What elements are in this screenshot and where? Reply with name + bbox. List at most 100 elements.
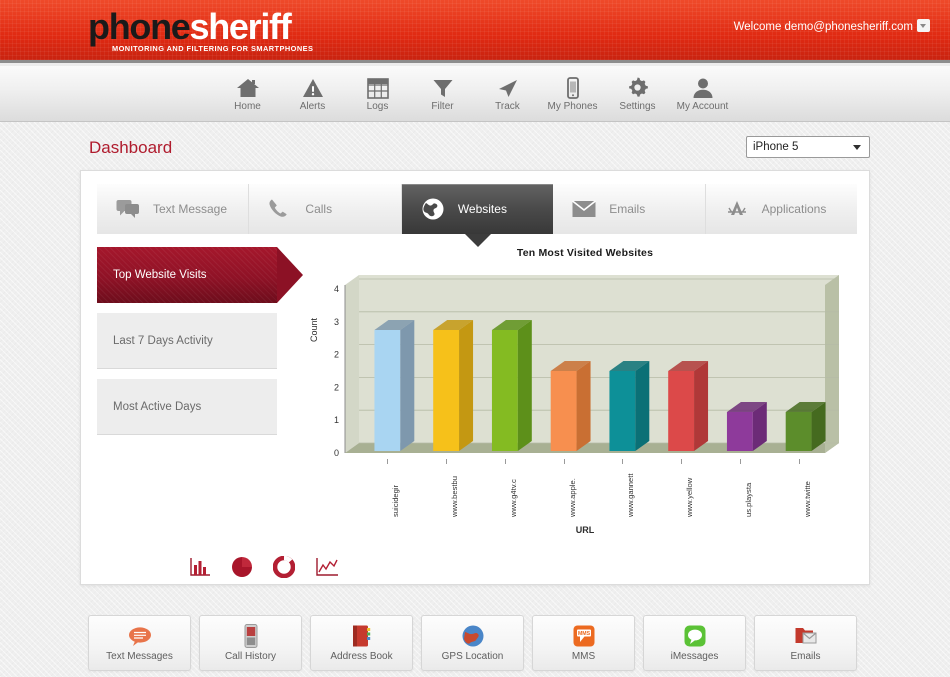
tab-websites[interactable]: Websites <box>401 184 554 247</box>
chart-x-axis-label: URL <box>575 525 595 535</box>
shortcut-address-book[interactable]: Address Book <box>310 615 413 671</box>
envelope-icon <box>571 200 597 218</box>
chart-x-tick-mark <box>739 459 741 464</box>
welcome-area: Welcome demo@phonesheriff.com <box>734 19 930 33</box>
chart-x-tick-label: www.g4tv.c <box>508 479 518 517</box>
svg-text:MMS: MMS <box>577 631 590 637</box>
menu-item-most-active-days[interactable]: Most Active Days <box>97 379 277 435</box>
menu-item-top-website-visits[interactable]: Top Website Visits <box>97 247 303 303</box>
address-book-icon <box>350 624 374 648</box>
appstore-icon <box>724 198 750 220</box>
pie-chart-icon[interactable] <box>231 556 253 578</box>
chart-x-tick-mark <box>622 459 624 464</box>
chart-title: Ten Most Visited Websites <box>516 247 654 259</box>
nav-label: Home <box>234 101 261 112</box>
globe-icon <box>420 197 446 221</box>
imessage-green-icon <box>683 624 707 648</box>
svg-text:1: 1 <box>334 415 339 425</box>
tab-label: Websites <box>457 202 507 216</box>
paper-plane-icon <box>497 75 519 99</box>
shortcut-gps-location[interactable]: GPS Location <box>421 615 524 671</box>
app-header: phonesheriff MONITORING AND FILTERING FO… <box>0 0 950 63</box>
chart-x-tick-mark <box>387 459 389 464</box>
tab-label: Text Message <box>153 202 228 216</box>
shortcut-call-history[interactable]: Call History <box>199 615 302 671</box>
speech-bubble-orange-icon <box>128 624 152 648</box>
report-menu: Top Website Visits Last 7 Days Activity … <box>97 247 303 445</box>
nav-item-home[interactable]: Home <box>220 75 275 112</box>
chart-x-tick-label: suicidegir <box>391 484 401 517</box>
dashboard-panel: Text Message Calls Websites Emails Appli… <box>80 170 870 585</box>
chart-type-switcher <box>189 556 339 578</box>
logo-sheriff-text: sheriff <box>189 6 291 47</box>
svg-text:2: 2 <box>334 382 339 392</box>
quick-shortcuts: Text Messages Call History Address Book … <box>88 615 857 671</box>
chart-x-tick-labels: suicidegir www.bestbu www.g4tv.c www.apple.… <box>313 459 857 521</box>
chart-canvas: 4 3 2 2 1 0 <box>334 275 839 458</box>
shortcut-label: Emails <box>790 651 821 662</box>
donut-chart-icon[interactable] <box>273 556 295 578</box>
shortcut-imessages[interactable]: iMessages <box>643 615 746 671</box>
tab-applications[interactable]: Applications <box>705 184 858 234</box>
shortcut-text-messages[interactable]: Text Messages <box>88 615 191 671</box>
nav-label: Settings <box>619 101 656 112</box>
svg-text:3: 3 <box>334 317 339 327</box>
svg-text:4: 4 <box>334 284 339 294</box>
tab-label: Applications <box>761 202 827 216</box>
svg-text:2: 2 <box>334 350 339 360</box>
grid-table-icon <box>366 75 389 99</box>
chart-plot-area: 4 3 2 2 1 0 <box>313 269 857 479</box>
tab-label: Emails <box>609 202 646 216</box>
nav-item-settings[interactable]: Settings <box>610 75 665 112</box>
nav-item-my-phones[interactable]: My Phones <box>545 75 600 112</box>
tab-label: Calls <box>305 202 333 216</box>
chart-x-tick-label: www.gannett <box>626 473 636 517</box>
websites-chart: Ten Most Visited Websites Count 432210 s… <box>309 247 857 537</box>
category-tabs: Text Message Calls Websites Emails Appli… <box>97 184 858 247</box>
device-selector-value: iPhone 5 <box>753 141 799 153</box>
nav-item-logs[interactable]: Logs <box>350 75 405 112</box>
shortcut-label: MMS <box>571 651 596 662</box>
device-selector[interactable]: iPhone 5 <box>746 136 870 158</box>
speech-bubbles-icon <box>115 199 141 219</box>
line-chart-icon[interactable] <box>315 557 339 577</box>
logo-phone-text: phone <box>88 6 191 47</box>
tab-text-message[interactable]: Text Message <box>97 184 250 234</box>
chart-x-tick-mark <box>798 459 800 464</box>
nav-item-alerts[interactable]: Alerts <box>285 75 340 112</box>
shortcut-mms[interactable]: MMS MMS <box>532 615 635 671</box>
nav-item-track[interactable]: Track <box>480 75 535 112</box>
globe-gps-icon <box>461 624 485 648</box>
menu-item-label: Top Website Visits <box>113 269 207 281</box>
shortcut-label: Address Book <box>330 651 393 662</box>
nav-label: My Account <box>676 101 729 112</box>
chart-x-tick-label: us.playsta <box>743 482 753 517</box>
nav-item-my-account[interactable]: My Account <box>675 75 730 112</box>
chart-x-tick-label: www.yellow <box>685 477 695 517</box>
menu-item-last-7-days-activity[interactable]: Last 7 Days Activity <box>97 313 277 369</box>
main-navigation: Home Alerts Logs Filter Track My Phones … <box>0 66 950 122</box>
tab-calls[interactable]: Calls <box>249 184 402 234</box>
nav-item-filter[interactable]: Filter <box>415 75 470 112</box>
shortcut-emails[interactable]: Emails <box>754 615 857 671</box>
shortcut-label: GPS Location <box>441 651 504 662</box>
chart-x-tick-label: www.twitte <box>802 481 812 517</box>
user-icon <box>692 75 714 99</box>
chart-x-tick-mark <box>681 459 683 464</box>
logo-tagline: MONITORING AND FILTERING FOR SMARTPHONES <box>112 44 314 53</box>
funnel-icon <box>432 75 454 99</box>
page-title: Dashboard <box>89 138 173 157</box>
chart-x-tick-mark <box>504 459 506 464</box>
bar-chart-icon[interactable] <box>189 557 211 577</box>
phonesheriff-logo[interactable]: phonesheriff MONITORING AND FILTERING FO… <box>88 8 388 58</box>
shortcut-label: iMessages <box>670 651 719 662</box>
nav-label: My Phones <box>547 101 598 112</box>
alert-triangle-icon <box>302 75 324 99</box>
tab-emails[interactable]: Emails <box>553 184 706 234</box>
shortcut-label: Text Messages <box>106 651 173 662</box>
logo-wordmark: phonesheriff <box>88 8 388 46</box>
account-dropdown-caret-icon[interactable] <box>917 19 930 32</box>
chevron-down-icon <box>853 145 861 150</box>
nav-label: Filter <box>431 101 454 112</box>
menu-item-label: Last 7 Days Activity <box>113 334 213 347</box>
